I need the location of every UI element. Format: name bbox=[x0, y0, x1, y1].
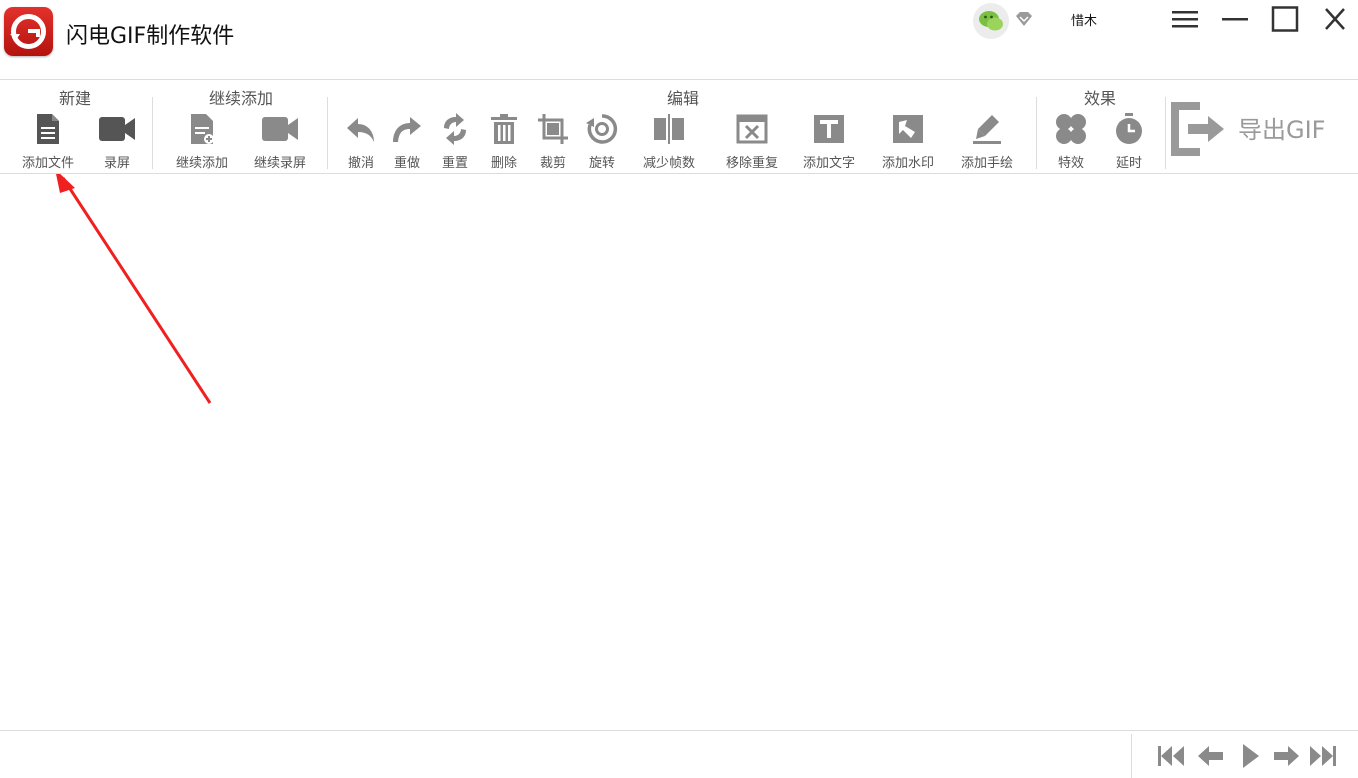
reduce-frames-button[interactable]: 减少帧数 bbox=[634, 110, 704, 171]
group-title-new: 新建 bbox=[58, 89, 92, 108]
app-logo-icon bbox=[4, 7, 53, 56]
annotation-arrow bbox=[56, 174, 212, 404]
close-button[interactable] bbox=[1320, 6, 1350, 32]
pen-icon bbox=[970, 112, 1004, 150]
play-button[interactable] bbox=[1236, 743, 1266, 769]
group-title-continue-add: 继续添加 bbox=[208, 89, 274, 108]
rotate-icon bbox=[585, 112, 619, 150]
continue-add-button[interactable]: 继续添加 bbox=[167, 110, 237, 171]
toolbar-separator bbox=[152, 97, 153, 169]
tool-label: 继续录屏 bbox=[253, 156, 306, 171]
toolbar: 新建 继续添加 编辑 效果 添加文件 录屏 继续添加 继续录屏 撤消 重做 重置… bbox=[0, 80, 1358, 173]
remove-frame-icon bbox=[735, 112, 769, 150]
arrow-right-icon bbox=[1274, 746, 1299, 766]
redo-icon bbox=[390, 112, 424, 150]
tool-label: 延时 bbox=[1115, 156, 1142, 171]
menu-icon bbox=[1172, 11, 1198, 28]
arrow-left-icon bbox=[1198, 746, 1223, 766]
first-frame-button[interactable] bbox=[1156, 743, 1186, 769]
delay-button[interactable]: 延时 bbox=[1094, 110, 1164, 171]
document-add-icon bbox=[187, 112, 217, 150]
document-icon bbox=[33, 112, 63, 150]
export-icon bbox=[1168, 100, 1230, 162]
rotate-button[interactable]: 旋转 bbox=[567, 110, 637, 171]
next-frame-button[interactable] bbox=[1271, 743, 1301, 769]
crop-icon bbox=[536, 112, 570, 150]
tool-label: 添加文件 bbox=[21, 156, 74, 171]
frame-canvas bbox=[0, 174, 1358, 730]
clover-icon bbox=[1054, 112, 1088, 150]
title-bar: 闪电GIF制作软件 惜木 bbox=[0, 0, 1358, 79]
minimize-icon bbox=[1222, 18, 1248, 21]
tool-label: 添加手绘 bbox=[960, 156, 1013, 171]
close-icon bbox=[1325, 8, 1345, 30]
video-camera-icon bbox=[97, 112, 137, 150]
tool-label: 减少帧数 bbox=[642, 156, 695, 171]
last-frame-button[interactable] bbox=[1308, 743, 1338, 769]
add-watermark-button[interactable]: 添加水印 bbox=[873, 110, 943, 171]
skip-first-icon bbox=[1158, 746, 1184, 766]
skip-last-icon bbox=[1310, 746, 1336, 766]
tool-label: 移除重复 bbox=[725, 156, 778, 171]
toolbar-separator bbox=[1165, 97, 1166, 169]
previous-frame-button[interactable] bbox=[1196, 743, 1226, 769]
vip-diamond-icon[interactable] bbox=[1014, 10, 1034, 32]
username[interactable]: 惜木 bbox=[1071, 10, 1097, 29]
tool-label: 继续添加 bbox=[175, 156, 228, 171]
add-drawing-button[interactable]: 添加手绘 bbox=[952, 110, 1022, 171]
tool-label: 添加文字 bbox=[802, 156, 855, 171]
export-label: 导出GIF bbox=[1238, 116, 1326, 144]
play-icon bbox=[1243, 744, 1259, 768]
maximize-button[interactable] bbox=[1270, 6, 1300, 32]
stopwatch-icon bbox=[1112, 112, 1146, 150]
export-gif-button[interactable]: 导出GIF bbox=[1168, 98, 1338, 158]
tool-label: 旋转 bbox=[588, 156, 615, 171]
record-screen-button[interactable]: 录屏 bbox=[82, 110, 152, 171]
refresh-icon bbox=[438, 112, 472, 150]
group-title-effects: 效果 bbox=[1083, 89, 1117, 108]
video-camera-icon bbox=[260, 112, 300, 150]
app-title: 闪电GIF制作软件 bbox=[66, 24, 235, 49]
trash-icon bbox=[488, 112, 520, 150]
continue-record-button[interactable]: 继续录屏 bbox=[245, 110, 315, 171]
minimize-button[interactable] bbox=[1220, 6, 1250, 32]
maximize-icon bbox=[1271, 6, 1299, 32]
watermark-icon bbox=[891, 112, 925, 150]
remove-duplicates-button[interactable]: 移除重复 bbox=[717, 110, 787, 171]
tool-label: 录屏 bbox=[103, 156, 130, 171]
menu-button[interactable] bbox=[1170, 6, 1200, 32]
divider bbox=[1131, 734, 1132, 778]
playback-bar bbox=[0, 730, 1358, 778]
split-frames-icon bbox=[652, 112, 686, 150]
text-icon bbox=[812, 112, 846, 150]
add-file-button[interactable]: 添加文件 bbox=[13, 110, 83, 171]
tool-label: 添加水印 bbox=[881, 156, 934, 171]
group-title-edit: 编辑 bbox=[666, 89, 700, 108]
wechat-icon[interactable] bbox=[973, 3, 1009, 39]
add-text-button[interactable]: 添加文字 bbox=[794, 110, 864, 171]
